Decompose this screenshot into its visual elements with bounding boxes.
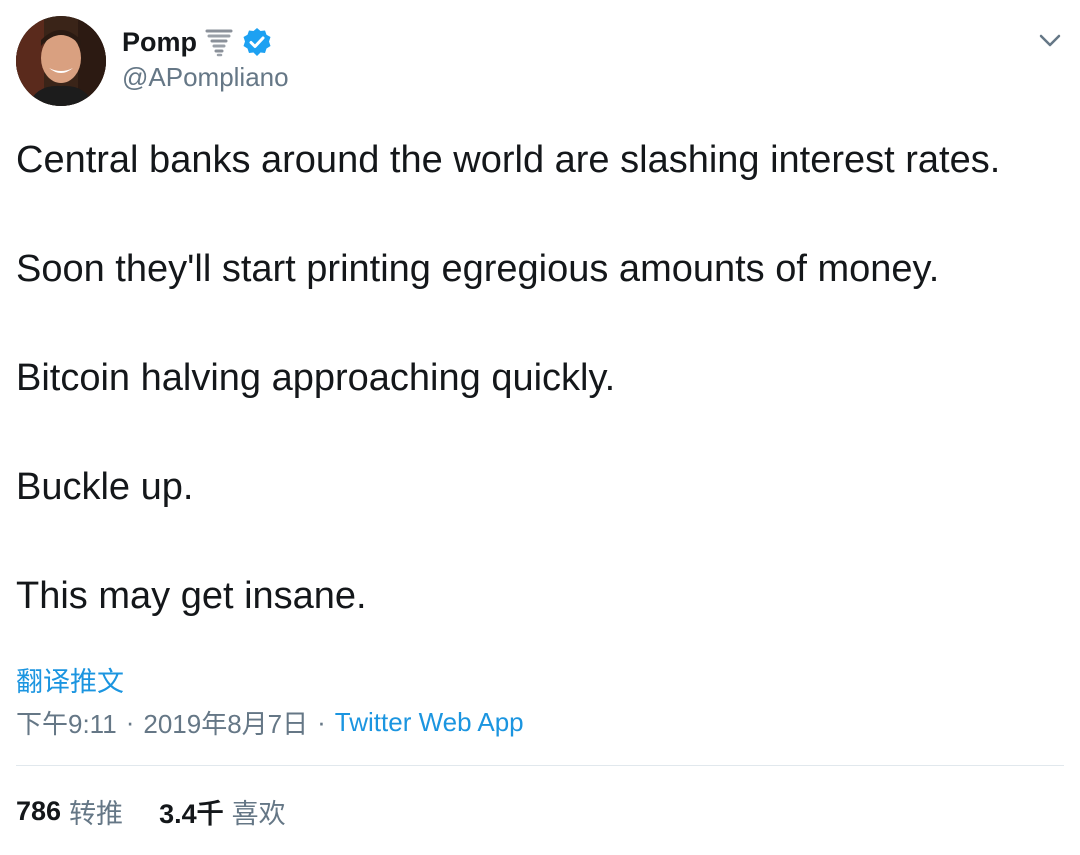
retweets-stat[interactable]: 786 转推 xyxy=(16,792,123,831)
meta-separator: · xyxy=(317,707,326,737)
user-handle[interactable]: @APompliano xyxy=(122,62,289,93)
tweet-line: This may get insane. xyxy=(16,575,367,617)
avatar-image xyxy=(16,16,106,106)
likes-stat[interactable]: 3.4千 喜欢 xyxy=(159,792,286,831)
tweet-stats: 786 转推 3.4千 喜欢 xyxy=(16,792,286,831)
tweet-text: Central banks around the world are slash… xyxy=(16,138,1066,683)
translate-tweet-link[interactable]: 翻译推文 xyxy=(16,660,124,699)
tweet-time[interactable]: 下午9:11 xyxy=(16,704,117,741)
tweet-line: Buckle up. xyxy=(16,466,194,508)
name-row: Pomp xyxy=(122,24,273,60)
retweets-count: 786 xyxy=(16,796,62,826)
tweet-source-link[interactable]: Twitter Web App xyxy=(335,707,524,738)
display-name[interactable]: Pomp xyxy=(122,27,197,58)
meta-separator: · xyxy=(125,707,135,737)
tweet-meta: 下午9:11 · 2019年8月7日 · Twitter Web App xyxy=(16,704,524,741)
retweets-label: 转推 xyxy=(69,799,124,829)
chevron-down-icon[interactable] xyxy=(1036,26,1064,54)
likes-count: 3.4千 xyxy=(159,799,224,829)
tweet-line: Bitcoin halving approaching quickly. xyxy=(16,357,616,399)
likes-label: 喜欢 xyxy=(231,799,286,829)
tweet-header: Pomp @APompliano xyxy=(16,16,1064,108)
verified-badge-icon xyxy=(241,26,273,58)
tweet-line: Soon they'll start printing egregious am… xyxy=(16,248,940,290)
divider xyxy=(16,765,1064,766)
avatar[interactable] xyxy=(16,16,106,106)
tweet-line: Central banks around the world are slash… xyxy=(16,139,1001,181)
tweet-date[interactable]: 2019年8月7日 xyxy=(143,704,308,741)
tornado-icon xyxy=(203,26,235,58)
